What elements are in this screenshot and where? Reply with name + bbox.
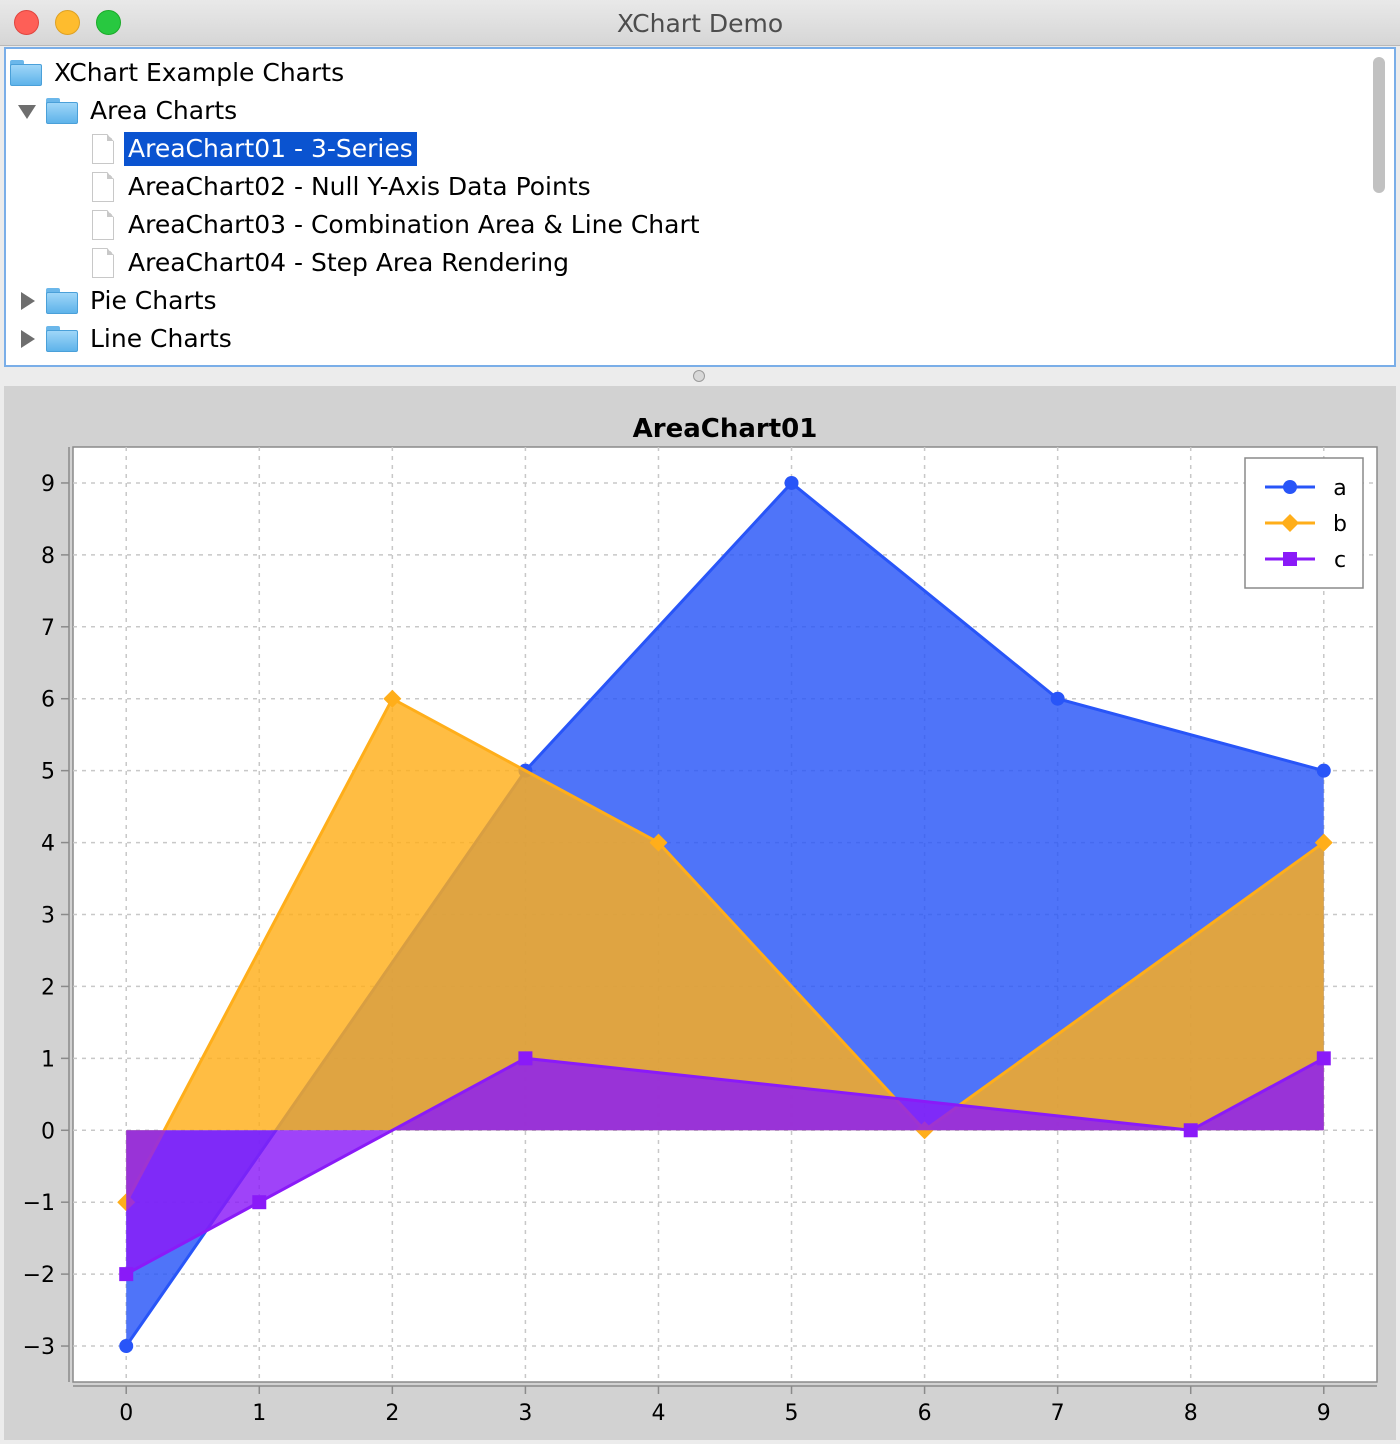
tree-folder-label: Line Charts: [90, 324, 232, 353]
tree-scrollbar[interactable]: [1368, 53, 1390, 363]
tree-item-areachart02[interactable]: AreaChart02 - Null Y-Axis Data Points: [92, 168, 595, 206]
disclosure-collapsed-icon[interactable]: [16, 290, 38, 312]
window-title: XChart Demo: [616, 9, 784, 38]
area-chart: AreaChart01 −3 −2 −1 0 1 2 3 4 5 6 7 8 9 0 1 2 3 4 5 6 7 8 9 a…: [23, 414, 1378, 1426]
series-c-point: [119, 1267, 134, 1282]
disclosure-expanded-icon[interactable]: [16, 100, 38, 122]
legend: abc: [1244, 457, 1364, 589]
file-icon: [92, 172, 114, 202]
split-pane-divider-handle[interactable]: [693, 370, 705, 382]
tree-folder-label: Area Charts: [90, 96, 238, 125]
tree-item-areachart03[interactable]: AreaChart03 - Combination Area & Line Ch…: [92, 206, 704, 244]
x-tick-label: 4: [651, 1401, 665, 1426]
tree-folder-area-charts[interactable]: Area Charts: [16, 92, 241, 130]
y-tick-label: 6: [41, 688, 55, 713]
x-tick-label: 6: [918, 1401, 932, 1426]
y-tick-label: 2: [41, 975, 55, 1000]
series-c-point: [1183, 1123, 1198, 1138]
tree-folder-pie-charts[interactable]: Pie Charts: [16, 282, 221, 320]
y-tick-label: 3: [41, 904, 55, 929]
legend-label-c: c: [1334, 548, 1346, 573]
tree-item-label: AreaChart02 - Null Y-Axis Data Points: [128, 172, 591, 201]
x-tick-label: 5: [785, 1401, 799, 1426]
series-c-point: [1316, 1051, 1331, 1066]
folder-icon: [46, 326, 78, 352]
y-tick-label: 4: [41, 832, 55, 857]
x-tick-label: 7: [1051, 1401, 1065, 1426]
chart-title: AreaChart01: [633, 414, 818, 444]
series-a-point: [1316, 763, 1331, 778]
series-c-point: [518, 1051, 533, 1066]
x-tick-label: 3: [518, 1401, 532, 1426]
file-icon: [92, 248, 114, 278]
y-tick-label: 0: [41, 1119, 55, 1144]
tree-item-areachart04[interactable]: AreaChart04 - Step Area Rendering: [92, 244, 573, 282]
y-tick-label: 9: [41, 472, 55, 497]
tree-item-areachart01[interactable]: AreaChart01 - 3-Series: [92, 130, 417, 168]
legend-label-a: a: [1333, 476, 1346, 501]
folder-icon: [46, 98, 78, 124]
chart-tree[interactable]: XChart Example Charts Area Charts AreaCh…: [4, 47, 1396, 367]
folder-icon: [46, 288, 78, 314]
y-tick-label: −2: [23, 1263, 55, 1288]
x-tick-label: 0: [119, 1401, 133, 1426]
y-tick-label: 7: [41, 616, 55, 641]
tree-root-label: XChart Example Charts: [54, 58, 345, 87]
y-tick-label: 8: [41, 544, 55, 569]
y-tick-label: 1: [41, 1047, 55, 1072]
x-tick-label: 9: [1317, 1401, 1331, 1426]
series-a-point: [1050, 691, 1065, 706]
y-tick-label: −1: [23, 1191, 55, 1216]
x-tick-label: 8: [1184, 1401, 1198, 1426]
y-tick-label: −3: [23, 1335, 55, 1360]
chart-panel: AreaChart01 −3 −2 −1 0 1 2 3 4 5 6 7 8 9 0 1 2 3 4 5 6 7 8 9 a…: [4, 386, 1396, 1440]
tree-item-label: AreaChart03 - Combination Area & Line Ch…: [128, 210, 700, 239]
legend-marker-c: [1283, 552, 1297, 566]
tree-folder-line-charts[interactable]: Line Charts: [16, 320, 236, 358]
series-c-point: [252, 1195, 267, 1210]
file-icon: [92, 210, 114, 240]
window-titlebar: XChart Demo: [0, 0, 1400, 46]
disclosure-collapsed-icon[interactable]: [16, 328, 38, 350]
x-tick-label: 2: [385, 1401, 399, 1426]
file-icon: [92, 134, 114, 164]
legend-label-b: b: [1333, 512, 1347, 537]
legend-marker-a: [1283, 480, 1297, 494]
series-a-point: [119, 1339, 134, 1354]
x-tick-label: 1: [252, 1401, 266, 1426]
folder-icon: [10, 60, 42, 86]
tree-item-label: AreaChart04 - Step Area Rendering: [128, 248, 569, 277]
series-a-point: [784, 475, 799, 490]
tree-root[interactable]: XChart Example Charts: [10, 54, 348, 92]
y-tick-label: 5: [41, 760, 55, 785]
tree-scroll-thumb[interactable]: [1373, 57, 1385, 193]
tree-folder-label: Pie Charts: [90, 286, 217, 315]
tree-item-label: AreaChart01 - 3-Series: [124, 132, 417, 166]
